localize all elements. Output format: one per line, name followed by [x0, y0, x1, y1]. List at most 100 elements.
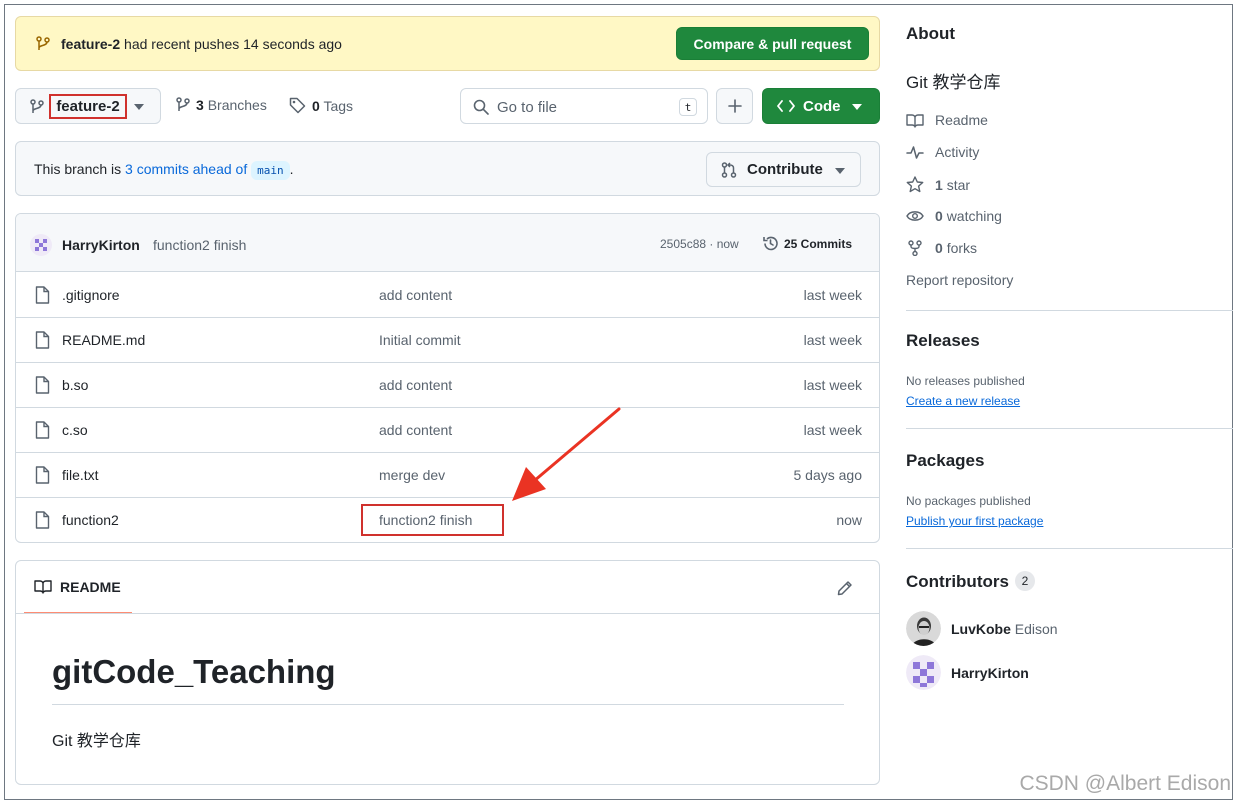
activity-link[interactable]: Activity	[906, 144, 979, 160]
contributor-avatar[interactable]	[906, 655, 941, 690]
readme-tab-label: README	[60, 578, 121, 595]
file-name[interactable]: .gitignore	[62, 287, 120, 303]
base-branch-chip[interactable]: main	[251, 161, 290, 180]
file-commit-message[interactable]: add content	[379, 377, 452, 393]
sidebar-divider	[906, 548, 1233, 549]
file-name[interactable]: file.txt	[62, 467, 99, 483]
tags-count: 0	[312, 97, 320, 114]
go-to-file-input[interactable]: Go to file t	[460, 88, 708, 124]
watermark: CSDN @Albert Edison	[1019, 772, 1231, 795]
stars-count: 1	[935, 176, 943, 193]
watchers-link[interactable]: 0 watching	[906, 208, 1002, 224]
file-icon	[35, 421, 50, 439]
git-pull-request-icon	[721, 162, 737, 178]
file-row[interactable]: function2 function2 finish now	[16, 498, 879, 542]
file-icon	[35, 466, 50, 484]
file-commit-date: last week	[803, 377, 862, 393]
tag-icon	[289, 97, 306, 114]
file-row[interactable]: file.txt merge dev 5 days ago	[16, 453, 879, 498]
sidebar-divider	[906, 428, 1233, 429]
file-commit-date: now	[836, 512, 862, 528]
compare-pull-request-button[interactable]: Compare & pull request	[676, 27, 869, 60]
keyboard-shortcut-hint: t	[679, 98, 697, 116]
file-name[interactable]: b.so	[62, 377, 88, 393]
forks-link[interactable]: 0 forks	[906, 240, 977, 256]
commit-author[interactable]: HarryKirton	[62, 237, 140, 253]
code-button[interactable]: Code	[762, 88, 880, 124]
file-icon	[35, 286, 50, 304]
caret-down-icon	[134, 104, 144, 110]
annotation-arrow	[512, 407, 621, 501]
file-commit-message[interactable]: Initial commit	[379, 332, 461, 348]
activity-link-label: Activity	[935, 144, 980, 160]
branch-status-prefix: This branch is	[34, 161, 122, 177]
branches-link[interactable]: 3 Branches	[176, 97, 267, 113]
packages-heading[interactable]: Packages	[906, 451, 984, 471]
current-branch-name: feature-2	[49, 94, 127, 119]
branch-status-suffix: .	[289, 161, 294, 177]
pencil-icon[interactable]	[837, 580, 853, 596]
search-icon	[473, 99, 489, 115]
file-commit-message[interactable]: add content	[379, 287, 452, 303]
readme-title: gitCode_Teaching	[52, 653, 336, 690]
branch-status-text: This branch is 3 commits ahead of main.	[34, 161, 294, 180]
add-file-button[interactable]	[716, 88, 753, 124]
star-icon	[906, 176, 924, 193]
watching-label: watching	[946, 208, 1002, 224]
banner-branch[interactable]: feature-2	[61, 36, 120, 52]
file-row[interactable]: b.so add content last week	[16, 363, 879, 408]
contributor-name: Edison	[1014, 620, 1058, 637]
releases-empty-text: No releases published	[906, 374, 1025, 388]
file-row[interactable]: .gitignore add content last week	[16, 273, 879, 318]
report-repository-link[interactable]: Report repository	[906, 272, 1013, 288]
file-commit-message[interactable]: merge dev	[379, 467, 445, 483]
file-name[interactable]: function2	[62, 512, 119, 528]
file-row[interactable]: c.so add content last week	[16, 408, 879, 453]
create-release-link[interactable]: Create a new release	[906, 394, 1020, 408]
file-table: HarryKirton function2 finish 2505c88 · n…	[15, 213, 880, 543]
commit-message[interactable]: function2 finish	[153, 237, 246, 253]
releases-heading[interactable]: Releases	[906, 331, 980, 351]
forks-count: 0	[935, 240, 943, 256]
forks-label: forks	[946, 240, 978, 256]
sidebar-divider	[906, 310, 1233, 311]
file-name[interactable]: c.so	[62, 422, 88, 438]
readme-body: Git 教学仓库	[52, 733, 141, 750]
contribute-button[interactable]: Contribute	[706, 152, 861, 187]
branch-selector-button[interactable]: feature-2	[15, 88, 161, 124]
contributor-login[interactable]: HarryKirton	[951, 665, 1029, 681]
file-name[interactable]: README.md	[62, 332, 145, 348]
code-icon	[777, 100, 795, 112]
stars-label: star	[946, 176, 971, 193]
contributor-item[interactable]: HarryKirton	[906, 655, 1029, 690]
commit-sha-time[interactable]: 2505c88 · now	[660, 237, 739, 251]
contributor-avatar[interactable]	[906, 611, 941, 646]
contributors-heading-label: Contributors	[906, 572, 1009, 591]
contributor-item[interactable]: LuvKobe Edison	[906, 611, 1058, 646]
commits-count-link[interactable]: 25 Commits	[784, 237, 852, 251]
author-avatar[interactable]	[30, 234, 52, 256]
code-button-label: Code	[803, 98, 841, 115]
file-commit-date: last week	[803, 422, 862, 438]
tags-link[interactable]: 0 Tags	[289, 97, 353, 114]
contributor-login[interactable]: LuvKobe	[951, 621, 1011, 637]
git-branch-icon	[30, 99, 44, 115]
contribute-label: Contribute	[747, 161, 823, 178]
caret-down-icon	[852, 104, 862, 110]
banner-text: feature-2 had recent pushes 14 seconds a…	[61, 36, 342, 52]
file-commit-message[interactable]: add content	[379, 422, 452, 438]
publish-package-link[interactable]: Publish your first package	[906, 514, 1043, 528]
file-row[interactable]: README.md Initial commit last week	[16, 318, 879, 363]
file-commit-date: last week	[803, 287, 862, 303]
repo-description: Git 教学仓库	[906, 73, 1001, 92]
readme-divider	[16, 613, 879, 614]
packages-empty-text: No packages published	[906, 494, 1031, 508]
readme-link[interactable]: Readme	[906, 112, 988, 128]
contributors-heading[interactable]: Contributors 2	[906, 571, 1035, 592]
file-icon	[35, 331, 50, 349]
file-icon	[35, 511, 50, 529]
stars-link[interactable]: 1 star	[906, 176, 970, 193]
readme-tab[interactable]: README	[24, 561, 132, 614]
commits-ahead-link[interactable]: 3 commits ahead of	[125, 161, 247, 177]
file-commit-message[interactable]: function2 finish	[379, 512, 472, 528]
